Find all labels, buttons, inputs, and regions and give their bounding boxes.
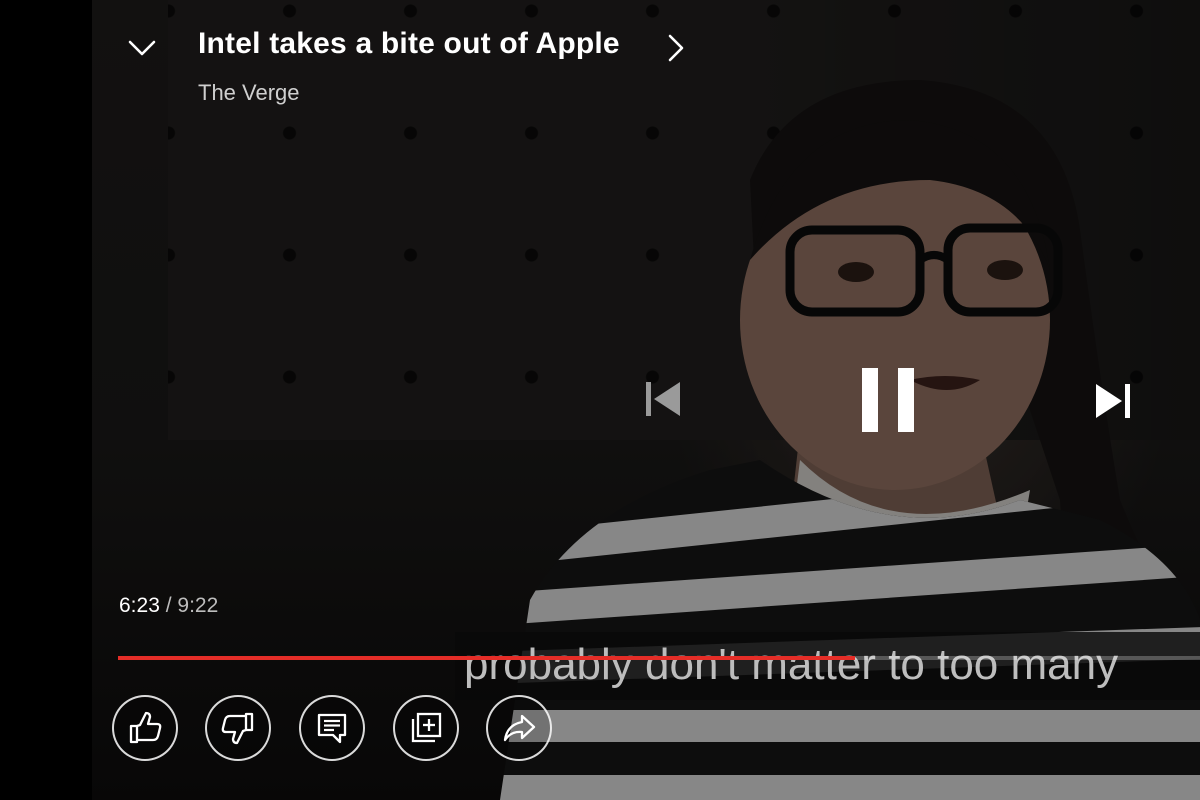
- duration: 9:22: [177, 594, 219, 617]
- current-time: 6:23: [119, 594, 160, 617]
- chevron-right-icon[interactable]: [664, 34, 688, 62]
- save-button[interactable]: [393, 695, 459, 761]
- skip-next-icon[interactable]: [1092, 380, 1134, 422]
- share-button[interactable]: [486, 695, 552, 761]
- time-separator: /: [159, 594, 178, 617]
- collapse-button[interactable]: [122, 28, 162, 68]
- chevron-down-icon: [128, 40, 156, 56]
- like-button[interactable]: [112, 695, 178, 761]
- video-title[interactable]: Intel takes a bite out of Apple: [198, 27, 620, 61]
- progress-bar[interactable]: [118, 656, 1200, 660]
- progress-fill: [118, 656, 855, 660]
- caption-box: probably don't matter to too many: [455, 632, 1200, 700]
- channel-name[interactable]: The Verge: [198, 80, 300, 106]
- dislike-button[interactable]: [205, 695, 271, 761]
- time-display: 6:23 / 9:22: [119, 594, 218, 618]
- player-header: Intel takes a bite out of Apple The Verg…: [0, 0, 1200, 120]
- thumbs-up-icon: [129, 711, 162, 744]
- caption-text: probably don't matter to too many: [464, 640, 1119, 689]
- add-to-playlist-icon: [411, 712, 442, 743]
- share-icon: [503, 714, 536, 742]
- comments-button[interactable]: [299, 695, 365, 761]
- pause-icon[interactable]: [856, 364, 920, 436]
- comment-icon: [317, 713, 347, 744]
- skip-previous-icon[interactable]: [642, 378, 684, 420]
- thumbs-down-icon: [221, 712, 254, 745]
